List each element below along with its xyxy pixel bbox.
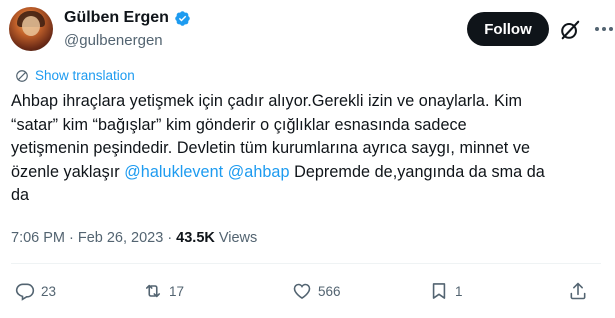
- show-translation-label: Show translation: [35, 68, 135, 83]
- tweet-line: Ahbap ihraçlara yetişmek için çadır alıy…: [11, 92, 523, 110]
- mention-link[interactable]: @haluklevent: [124, 163, 223, 181]
- show-translation-link[interactable]: Show translation: [15, 68, 135, 83]
- name-row: Gülben Ergen: [64, 9, 191, 27]
- reply-button[interactable]: 23: [15, 281, 56, 301]
- like-button[interactable]: 566: [292, 281, 341, 301]
- more-dot: [602, 27, 606, 31]
- bookmark-count: 1: [455, 283, 463, 299]
- share-icon: [570, 282, 586, 300]
- tweet-line: özenle yaklaşır @haluklevent @ahbap Depr…: [11, 161, 603, 185]
- follow-button[interactable]: Follow: [467, 12, 549, 46]
- tweet-text: Ahbap ihraçlara yetişmek için çadır alıy…: [11, 90, 603, 208]
- more-dot: [595, 27, 599, 31]
- tweet-text-segment: özenle yaklaşır: [11, 162, 125, 181]
- more-icon[interactable]: [595, 27, 615, 33]
- meta-separator: ·: [167, 230, 173, 246]
- tweet-meta: 7:06 PM · Feb 26, 2023 · 43.5K Views: [11, 230, 257, 246]
- avatar-face: [22, 16, 40, 36]
- handle[interactable]: @gulbenergen: [64, 32, 163, 49]
- more-dot: [609, 27, 613, 31]
- tweet-line: da: [11, 186, 30, 204]
- tweet-time[interactable]: 7:06 PM: [11, 230, 65, 246]
- like-count: 566: [318, 283, 341, 299]
- repost-button[interactable]: 17: [143, 281, 184, 301]
- like-icon: [293, 283, 311, 300]
- reply-icon: [15, 283, 35, 301]
- divider: [11, 263, 601, 264]
- bookmark-button[interactable]: 1: [429, 281, 463, 301]
- tweet-line: yetişmenin peşindedir. Devletin tüm kuru…: [11, 139, 531, 157]
- mention-link[interactable]: @ahbap: [228, 163, 290, 181]
- tweet-text-segment: Depremde de,yangında da sma da: [289, 162, 545, 181]
- tweet-header: Gülben Ergen @gulbenergen Follow: [9, 7, 613, 53]
- avatar[interactable]: [9, 7, 53, 51]
- repost-count: 17: [169, 283, 185, 299]
- grok-icon[interactable]: [559, 19, 581, 41]
- display-name[interactable]: Gülben Ergen: [64, 9, 169, 27]
- reply-count: 23: [41, 283, 57, 299]
- share-button[interactable]: [568, 281, 588, 301]
- translate-icon: [16, 69, 28, 82]
- views-count: 43.5K: [176, 230, 215, 246]
- bookmark-icon: [432, 283, 446, 299]
- tweet-line: “satar” kim “bağışlar” kim gönderir o çı…: [11, 115, 467, 134]
- repost-icon: [145, 284, 161, 298]
- verified-badge-icon: [175, 10, 190, 26]
- action-bar: 23 17 566 1: [15, 281, 600, 303]
- views-label: Views: [218, 230, 258, 246]
- tweet-date[interactable]: Feb 26, 2023: [78, 230, 163, 246]
- meta-separator: ·: [69, 230, 74, 246]
